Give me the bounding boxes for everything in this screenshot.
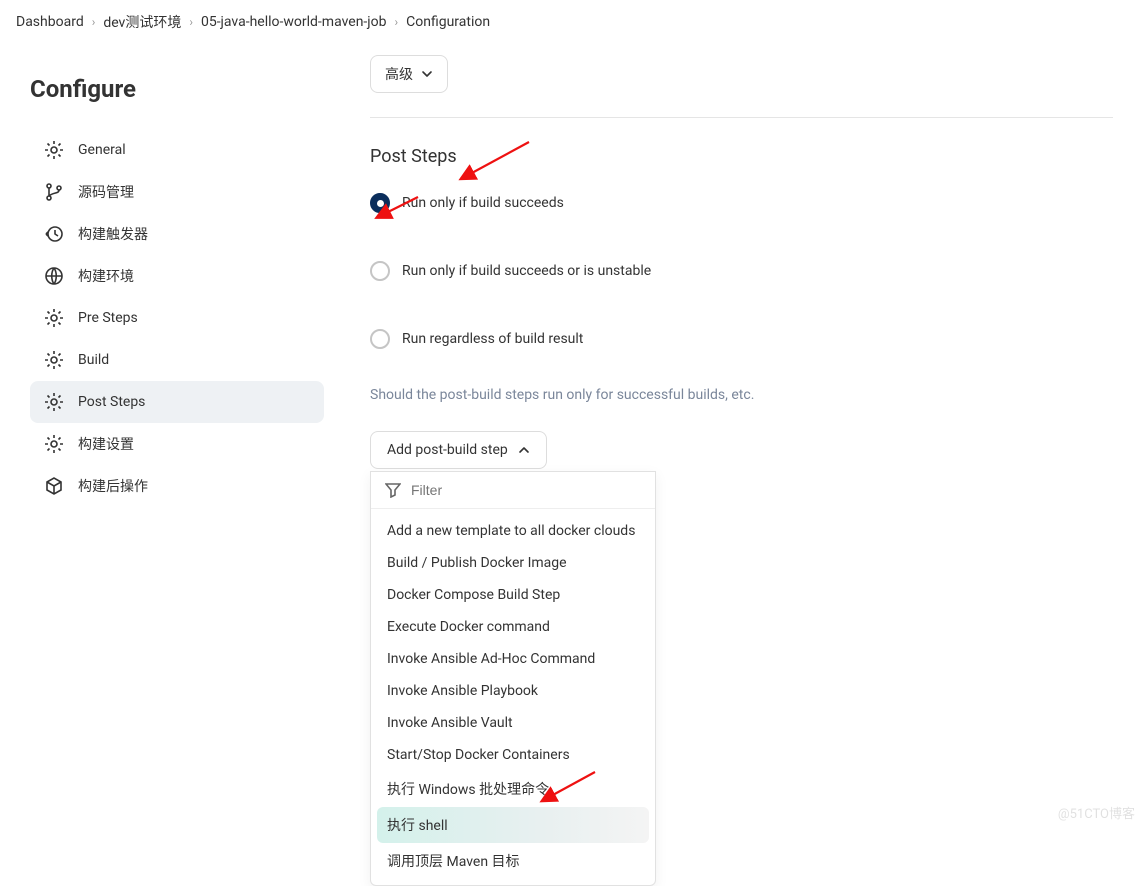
chevron-right-icon: › bbox=[189, 15, 193, 29]
gear-icon bbox=[44, 392, 64, 412]
sidebar-item[interactable]: 源码管理 bbox=[30, 171, 324, 213]
sidebar-item-label: General bbox=[78, 142, 126, 158]
sidebar-item[interactable]: 构建触发器 bbox=[30, 213, 324, 255]
sidebar-item[interactable]: Post Steps bbox=[30, 381, 324, 423]
dropdown-item[interactable]: Start/Stop Docker Containers bbox=[377, 739, 649, 771]
radio-option: Run regardless of build result bbox=[370, 329, 1113, 349]
breadcrumb: Dashboard › dev测试环境 › 05-java-hello-world-ma… bbox=[0, 0, 1143, 45]
sidebar-item-label: 构建环境 bbox=[78, 266, 134, 286]
section-title: Post Steps bbox=[370, 146, 1113, 167]
dropdown-item[interactable]: Execute Docker command bbox=[377, 611, 649, 643]
dropdown-item[interactable]: 调用顶层 Maven 目标 bbox=[377, 843, 649, 879]
breadcrumb-link[interactable]: 05-java-hello-world-maven-job bbox=[201, 14, 387, 30]
dropdown-item[interactable]: Docker Compose Build Step bbox=[377, 579, 649, 611]
sidebar-item[interactable]: Build bbox=[30, 339, 324, 381]
sidebar-item-label: Build bbox=[78, 352, 109, 368]
radio-label[interactable]: Run regardless of build result bbox=[402, 331, 583, 347]
sidebar-item[interactable]: 构建环境 bbox=[30, 255, 324, 297]
filter-icon bbox=[385, 482, 401, 498]
sidebar-item[interactable]: 构建设置 bbox=[30, 423, 324, 465]
history-icon bbox=[44, 224, 64, 244]
sidebar-item-label: 源码管理 bbox=[78, 182, 134, 202]
gear-icon bbox=[44, 434, 64, 454]
advanced-button[interactable]: 高级 bbox=[370, 55, 448, 93]
gear-icon bbox=[44, 350, 64, 370]
advanced-button-label: 高级 bbox=[385, 64, 413, 84]
sidebar-item[interactable]: Pre Steps bbox=[30, 297, 324, 339]
radio-button[interactable] bbox=[370, 193, 390, 213]
radio-option: Run only if build succeeds or is unstabl… bbox=[370, 261, 1113, 281]
dropdown-item[interactable]: Invoke Ansible Vault bbox=[377, 707, 649, 739]
watermark: @51CTO博客 bbox=[1058, 803, 1135, 822]
sidebar-item[interactable]: 构建后操作 bbox=[30, 465, 324, 507]
breadcrumb-link[interactable]: Configuration bbox=[406, 14, 490, 30]
chevron-right-icon: › bbox=[92, 15, 96, 29]
sidebar-item-label: Post Steps bbox=[78, 394, 145, 410]
sidebar-item-label: 构建触发器 bbox=[78, 224, 148, 244]
gear-icon bbox=[44, 140, 64, 160]
chevron-up-icon bbox=[518, 444, 530, 456]
dropdown-item[interactable]: Add a new template to all docker clouds bbox=[377, 515, 649, 547]
add-post-build-step-button[interactable]: Add post-build step bbox=[370, 431, 547, 469]
gear-icon bbox=[44, 308, 64, 328]
dropdown-item[interactable]: Invoke Ansible Playbook bbox=[377, 675, 649, 707]
sidebar: Configure General 源码管理构建触发器构建环境 Pre Steps B… bbox=[0, 45, 340, 507]
dropdown-item[interactable]: 执行 Windows 批处理命令 bbox=[377, 771, 649, 807]
dropdown-item[interactable]: Invoke Ansible Ad-Hoc Command bbox=[377, 643, 649, 675]
chevron-right-icon: › bbox=[395, 15, 399, 29]
radio-label[interactable]: Run only if build succeeds or is unstabl… bbox=[402, 263, 651, 279]
radio-button[interactable] bbox=[370, 261, 390, 281]
breadcrumb-link[interactable]: dev测试环境 bbox=[103, 12, 181, 32]
branch-icon bbox=[44, 182, 64, 202]
sidebar-item-label: 构建设置 bbox=[78, 434, 134, 454]
radio-button[interactable] bbox=[370, 329, 390, 349]
package-icon bbox=[44, 476, 64, 496]
sidebar-item-label: 构建后操作 bbox=[78, 476, 148, 496]
dropdown-item[interactable]: 执行 shell bbox=[377, 807, 649, 843]
radio-label[interactable]: Run only if build succeeds bbox=[402, 195, 564, 211]
globe-icon bbox=[44, 266, 64, 286]
chevron-down-icon bbox=[421, 68, 433, 80]
breadcrumb-link[interactable]: Dashboard bbox=[16, 14, 84, 30]
main-content: 高级 Post Steps Run only if build succeeds… bbox=[340, 45, 1143, 507]
dropdown-filter-row bbox=[371, 472, 655, 509]
divider bbox=[370, 117, 1113, 118]
page-title: Configure bbox=[30, 75, 324, 103]
dropdown-filter-input[interactable] bbox=[411, 482, 641, 498]
add-button-label: Add post-build step bbox=[387, 442, 508, 458]
add-step-dropdown: Add a new template to all docker cloudsB… bbox=[370, 471, 656, 886]
dropdown-item[interactable]: Build / Publish Docker Image bbox=[377, 547, 649, 579]
radio-option: Run only if build succeeds bbox=[370, 193, 1113, 213]
sidebar-item-label: Pre Steps bbox=[78, 310, 138, 326]
sidebar-item[interactable]: General bbox=[30, 129, 324, 171]
help-text: Should the post-build steps run only for… bbox=[370, 387, 1113, 403]
